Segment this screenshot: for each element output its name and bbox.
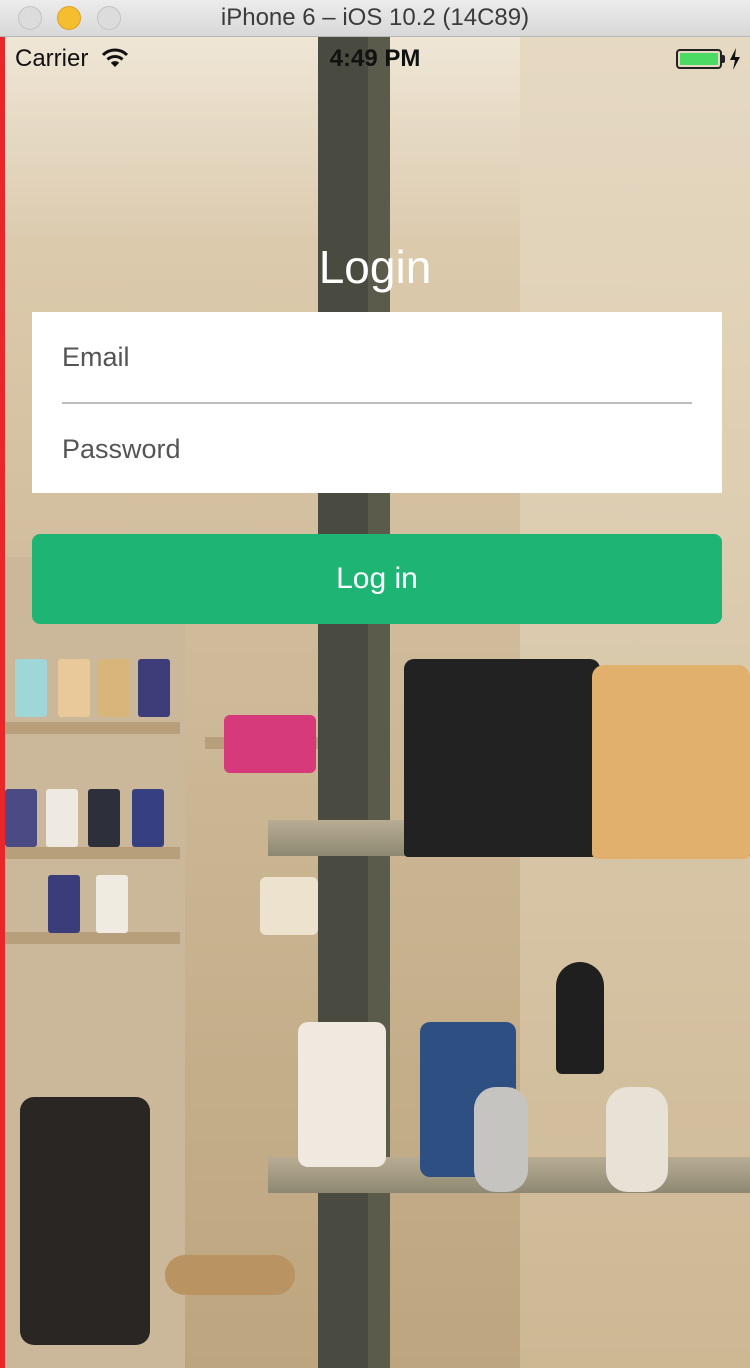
shoe-shape xyxy=(606,1087,668,1192)
handbag-shape xyxy=(20,1097,150,1345)
box-shape xyxy=(98,659,130,717)
clock: 4:49 PM xyxy=(329,45,421,72)
login-form xyxy=(32,312,722,493)
box-shape xyxy=(132,789,164,847)
box-shape xyxy=(58,659,90,717)
box-shape xyxy=(48,875,80,933)
handbag-shape xyxy=(224,715,316,773)
shelf-shape xyxy=(5,847,180,859)
battery-level xyxy=(680,53,718,65)
shoe-shape xyxy=(556,962,604,1074)
shoe-shape xyxy=(474,1087,528,1192)
box-shape xyxy=(138,659,170,717)
handbag-shape xyxy=(592,665,750,859)
device-screen: Carrier 4:49 PM Login Log in xyxy=(0,37,750,1368)
selection-edge xyxy=(0,37,5,1368)
box-shape xyxy=(5,789,37,847)
handbag-shape xyxy=(260,877,318,935)
box-shape xyxy=(96,875,128,933)
field-divider xyxy=(62,402,692,404)
window-title: iPhone 6 – iOS 10.2 (14C89) xyxy=(220,4,530,31)
shelf-shape xyxy=(5,722,180,734)
shelf-shape xyxy=(5,932,180,944)
email-field[interactable] xyxy=(62,327,692,387)
bolt-icon xyxy=(730,48,740,70)
box-shape xyxy=(15,659,47,717)
status-bar: Carrier 4:49 PM xyxy=(0,37,750,81)
box-shape xyxy=(46,789,78,847)
shoe-shape xyxy=(165,1255,295,1295)
handbag-shape xyxy=(298,1022,386,1167)
box-shape xyxy=(88,789,120,847)
login-button[interactable]: Log in xyxy=(32,534,722,624)
battery-icon xyxy=(676,49,722,69)
page-title: Login xyxy=(318,241,432,293)
handbag-shape xyxy=(404,659,600,857)
simulator-title-bar: iPhone 6 – iOS 10.2 (14C89) xyxy=(0,0,750,37)
password-field[interactable] xyxy=(62,419,692,479)
battery-cap xyxy=(722,55,725,63)
